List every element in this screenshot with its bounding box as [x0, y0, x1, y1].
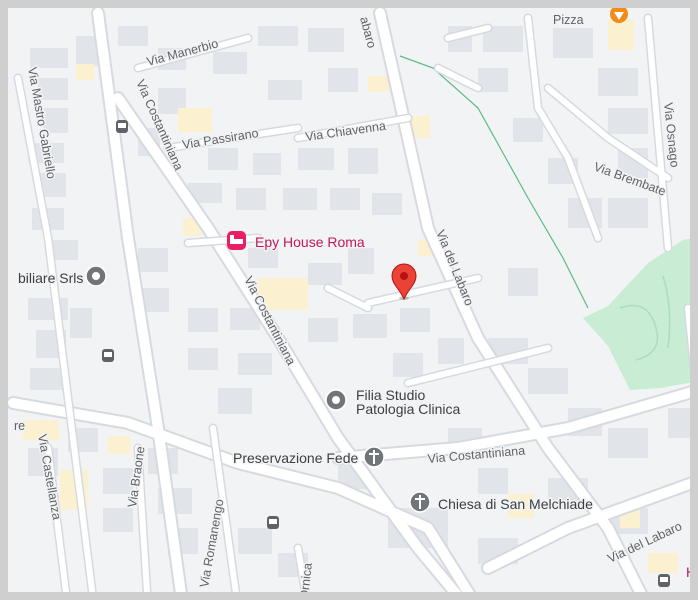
- left-edge-road-label: re: [14, 419, 25, 433]
- place-icon[interactable]: [85, 265, 107, 287]
- filia-studio-label-line2[interactable]: Patologia Clinica: [355, 400, 462, 419]
- map-viewport[interactable]: Pizza abaro Via Manerbio Via Passirano V…: [0, 0, 698, 600]
- place-icon[interactable]: [325, 389, 347, 411]
- chiesa-san-melchiade-label[interactable]: Chiesa di San Melchiade: [437, 495, 595, 514]
- transit-stop-icon[interactable]: [102, 349, 114, 362]
- church-icon[interactable]: [363, 446, 385, 468]
- ornica-label: Ornica: [297, 562, 315, 600]
- transit-stop-icon[interactable]: [116, 120, 128, 133]
- biliare-srls-label[interactable]: biliare Srls: [17, 269, 85, 288]
- map-canvas[interactable]: Pizza abaro Via Manerbio Via Passirano V…: [8, 8, 698, 600]
- church-icon[interactable]: [409, 491, 431, 513]
- transit-stop-icon[interactable]: [267, 516, 279, 529]
- right-edge-road-label: Via: [689, 292, 698, 311]
- pizza-label[interactable]: Pizza: [552, 12, 586, 29]
- transit-stop-icon[interactable]: [658, 574, 670, 587]
- preservazione-fede-label[interactable]: Preservazione Fede: [232, 449, 361, 468]
- epy-house-label[interactable]: Epy House Roma: [254, 233, 367, 252]
- right-edge-poi-label[interactable]: H: [685, 563, 696, 582]
- hotel-icon[interactable]: [227, 231, 246, 250]
